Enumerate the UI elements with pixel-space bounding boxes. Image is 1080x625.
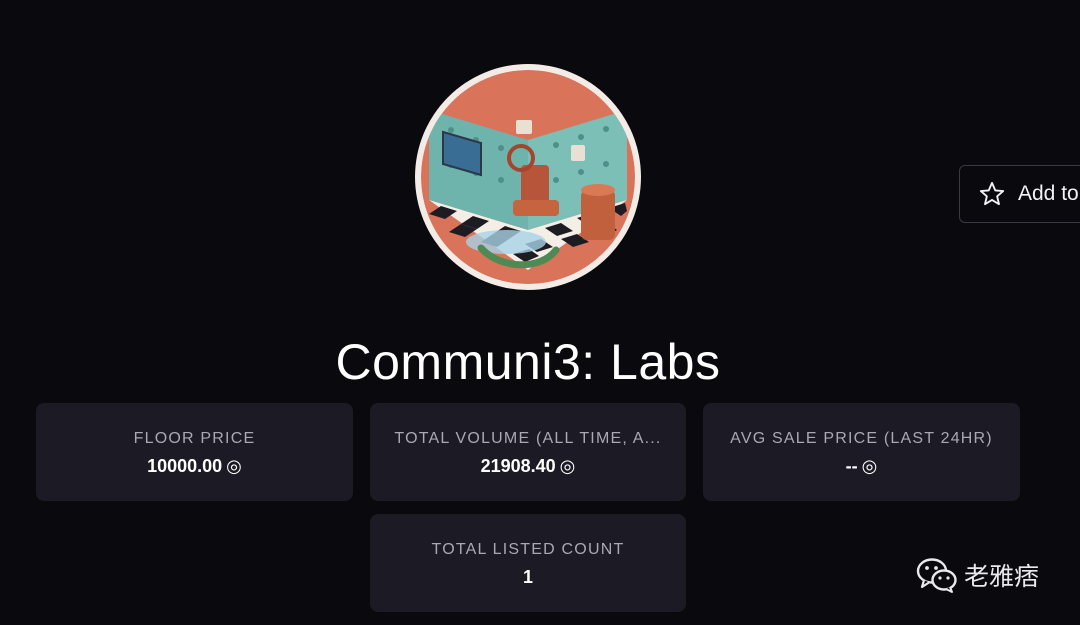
total-listed-count-card: TOTAL LISTED COUNT 1	[370, 514, 686, 612]
star-outline-icon	[979, 181, 1005, 206]
total-volume-value: 21908.40 ◎	[370, 455, 686, 477]
avg-sale-price-amount: --	[845, 456, 858, 476]
floor-price-value: 10000.00 ◎	[36, 455, 353, 477]
avg-sale-price-value: -- ◎	[703, 455, 1020, 477]
sol-currency-icon: ◎	[226, 456, 242, 476]
watermark-text: 老雅痞	[964, 562, 1040, 591]
lab-room-illustration	[421, 70, 635, 284]
collection-avatar	[415, 64, 641, 290]
total-volume-label: TOTAL VOLUME (ALL TIME, A...	[394, 430, 662, 447]
avg-sale-price-card: AVG SALE PRICE (LAST 24HR) -- ◎	[703, 403, 1020, 501]
total-listed-count-label: TOTAL LISTED COUNT	[431, 541, 625, 558]
collection-page: Add to Communi3: Labs FLOOR PRICE 10000.…	[0, 0, 1080, 625]
sol-currency-icon: ◎	[861, 456, 878, 476]
total-volume-card: TOTAL VOLUME (ALL TIME, A... 21908.40 ◎	[370, 403, 686, 501]
floor-price-card: FLOOR PRICE 10000.00 ◎	[36, 403, 353, 501]
total-volume-amount: 21908.40	[480, 456, 556, 476]
sol-currency-icon: ◎	[559, 456, 576, 476]
wechat-icon	[916, 558, 957, 593]
add-to-watchlist-label: Add to	[1018, 182, 1079, 205]
avg-sale-price-label: AVG SALE PRICE (LAST 24HR)	[730, 430, 993, 447]
add-to-watchlist-button[interactable]: Add to	[959, 165, 1080, 223]
total-listed-count-value: 1	[522, 567, 533, 587]
floor-price-amount: 10000.00	[147, 456, 223, 476]
watermark: 老雅痞	[916, 556, 1039, 594]
floor-price-label: FLOOR PRICE	[133, 430, 256, 447]
collection-title: Communi3: Labs	[335, 334, 721, 390]
